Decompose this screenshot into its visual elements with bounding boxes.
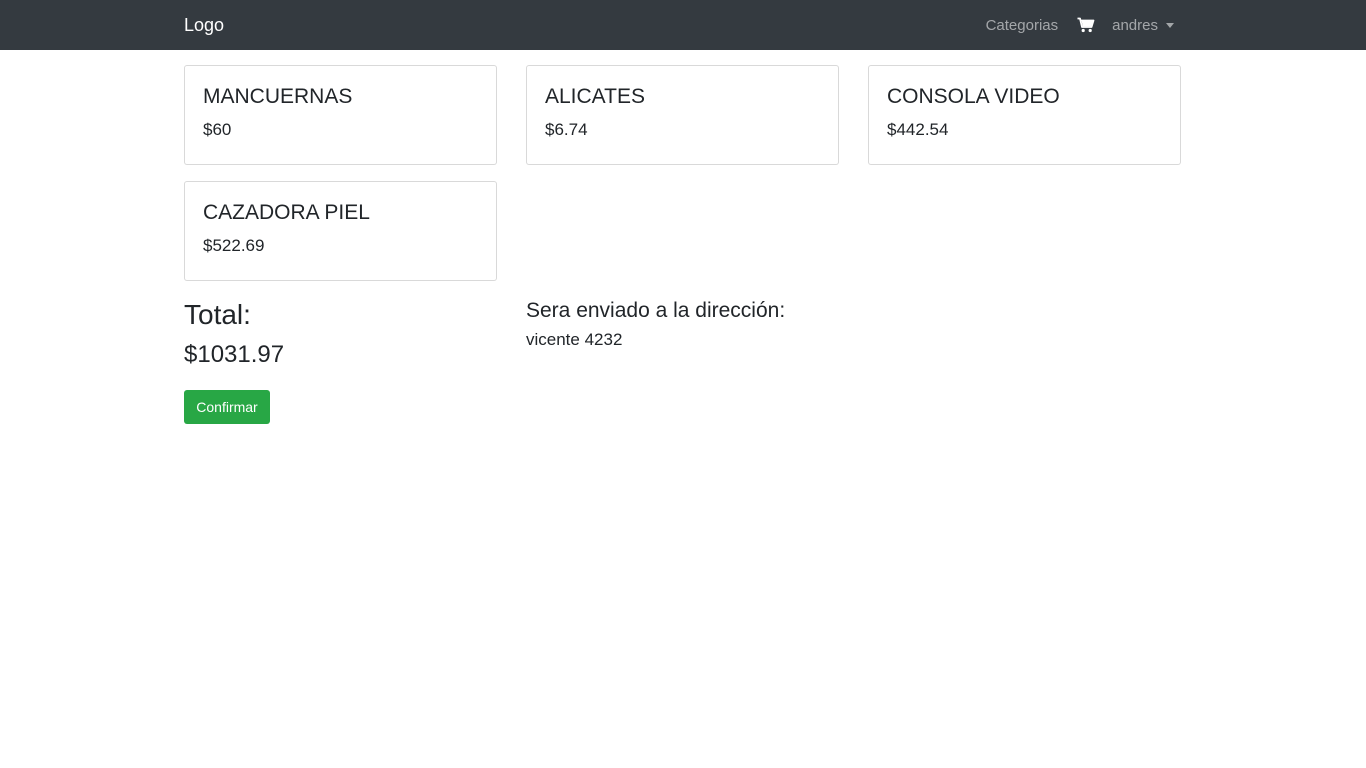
cart-item-name: MANCUERNAS xyxy=(203,85,353,108)
navbar: Logo Categorias andres xyxy=(0,0,1366,50)
user-name: andres xyxy=(1112,16,1158,34)
shipping-label: Sera enviado a la dirección: xyxy=(526,299,786,322)
cart-item-card: CAZADORA PIEL $522.69 xyxy=(184,181,497,281)
shipping-address: vicente 4232 xyxy=(526,330,623,349)
cart-item-card: MANCUERNAS $60 xyxy=(184,65,497,165)
total-label: Total: xyxy=(184,299,251,330)
nav-categories-link[interactable]: Categorias xyxy=(986,17,1059,34)
brand-logo[interactable]: Logo xyxy=(184,13,224,37)
cart-item-price: $522.69 xyxy=(203,236,265,255)
shopping-cart-icon[interactable] xyxy=(1077,16,1095,34)
cart-item-card: ALICATES $6.74 xyxy=(526,65,839,165)
confirm-button[interactable]: Confirmar xyxy=(184,390,270,424)
cart-item-price: $60 xyxy=(203,120,232,139)
caret-down-icon xyxy=(1166,22,1174,28)
cart-item-card: CONSOLA VIDEO $442.54 xyxy=(868,65,1181,165)
cart-item-price: $6.74 xyxy=(545,120,588,139)
cart-item-name: ALICATES xyxy=(545,85,645,108)
user-dropdown[interactable]: andres xyxy=(1112,17,1182,34)
total-value: $1031.97 xyxy=(184,341,285,368)
cart-item-price: $442.54 xyxy=(887,120,949,139)
cart-item-name: CONSOLA VIDEO xyxy=(887,85,1060,108)
navbar-right: Categorias andres xyxy=(986,0,1182,50)
cart-item-name: CAZADORA PIEL xyxy=(203,201,370,224)
